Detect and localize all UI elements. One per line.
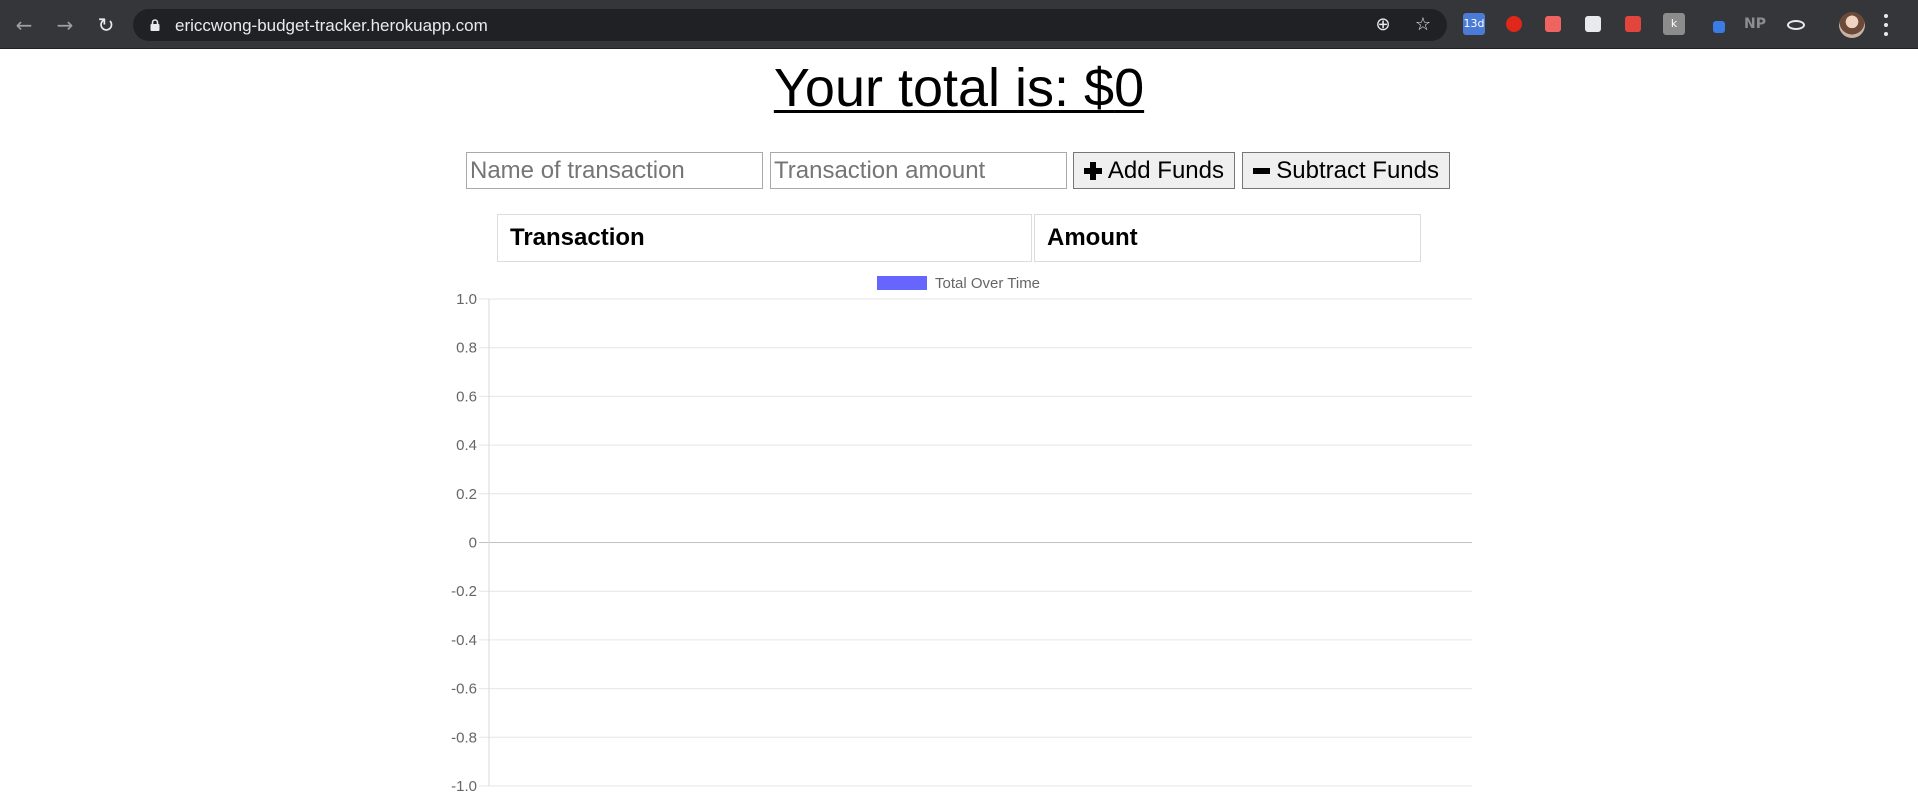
browser-toolbar: ← → ↻ ericcwong-budget-tracker.herokuapp… — [0, 0, 1918, 49]
plus-icon — [1084, 161, 1102, 180]
y-tick-label: 0.4 — [456, 437, 477, 454]
y-tick-label: 1.0 — [456, 291, 477, 308]
lock-icon[interactable] — [150, 19, 160, 31]
profile-avatar[interactable] — [1839, 12, 1865, 38]
add-funds-button[interactable]: Add Funds — [1073, 152, 1235, 189]
transaction-amount-input[interactable] — [770, 152, 1067, 189]
total-heading: Your total is: $0 — [0, 57, 1918, 119]
table-header-row: Transaction Amount — [497, 214, 1421, 262]
back-arrow-icon[interactable]: ← — [11, 12, 37, 38]
subtract-funds-label: Subtract Funds — [1276, 156, 1439, 184]
reload-icon[interactable]: ↻ — [93, 12, 119, 38]
url-text[interactable]: ericcwong-budget-tracker.herokuapp.com — [175, 16, 488, 36]
legend-label: Total Over Time — [935, 275, 1040, 292]
address-bar[interactable]: ericcwong-budget-tracker.herokuapp.com ⊕… — [133, 9, 1447, 41]
calendar-extension-icon[interactable]: 13d — [1463, 13, 1485, 35]
adblock-extension-icon[interactable] — [1503, 13, 1525, 35]
total-over-time-chart: Total Over Time 1.0 0.8 0.6 0.4 0.2 0 -0.2 -0.4 -… — [430, 271, 1480, 801]
subtract-funds-button[interactable]: Subtract Funds — [1242, 152, 1450, 189]
y-tick-label: 0.6 — [456, 388, 477, 405]
react-devtools-icon[interactable] — [1784, 13, 1806, 35]
y-tick-label: -0.2 — [451, 583, 477, 600]
y-tick-label: -1.0 — [451, 778, 477, 795]
transaction-column-header: Transaction — [497, 214, 1032, 262]
np-extension-icon[interactable]: NP — [1744, 13, 1766, 35]
y-tick-label: 0.8 — [456, 340, 477, 357]
legend-swatch — [877, 276, 927, 290]
amount-column-header: Amount — [1034, 214, 1421, 262]
install-app-icon[interactable]: ⊕ — [1373, 15, 1393, 35]
chart-svg: Total Over Time 1.0 0.8 0.6 0.4 0.2 0 -0.2 -0.4 -… — [451, 275, 1472, 795]
pen-extension-icon[interactable] — [1705, 13, 1727, 35]
k-extension-icon[interactable]: k — [1663, 13, 1685, 35]
youtube-extension-icon[interactable] — [1542, 13, 1564, 35]
total-value: 0 — [1114, 58, 1145, 118]
add-funds-label: Add Funds — [1107, 156, 1224, 184]
pdf-extension-icon[interactable] — [1622, 13, 1644, 35]
total-label: Your total is: $ — [773, 58, 1115, 118]
ticket-extension-icon[interactable] — [1582, 13, 1604, 35]
bookmark-star-icon[interactable]: ☆ — [1413, 15, 1433, 35]
y-tick-label: -0.6 — [451, 681, 477, 698]
transactions-table: Transaction Amount — [495, 212, 1423, 264]
y-tick-label: -0.4 — [451, 632, 477, 649]
y-tick-label: 0 — [469, 535, 477, 552]
minus-icon — [1253, 167, 1271, 174]
y-tick-label: 0.2 — [456, 486, 477, 503]
page-content: Your total is: $0 Add Funds Subtract Fun… — [0, 49, 1918, 810]
y-tick-label: -0.8 — [451, 729, 477, 746]
forward-arrow-icon[interactable]: → — [52, 12, 78, 38]
transaction-name-input[interactable] — [466, 152, 763, 189]
menu-kebab-icon[interactable] — [1883, 12, 1889, 38]
